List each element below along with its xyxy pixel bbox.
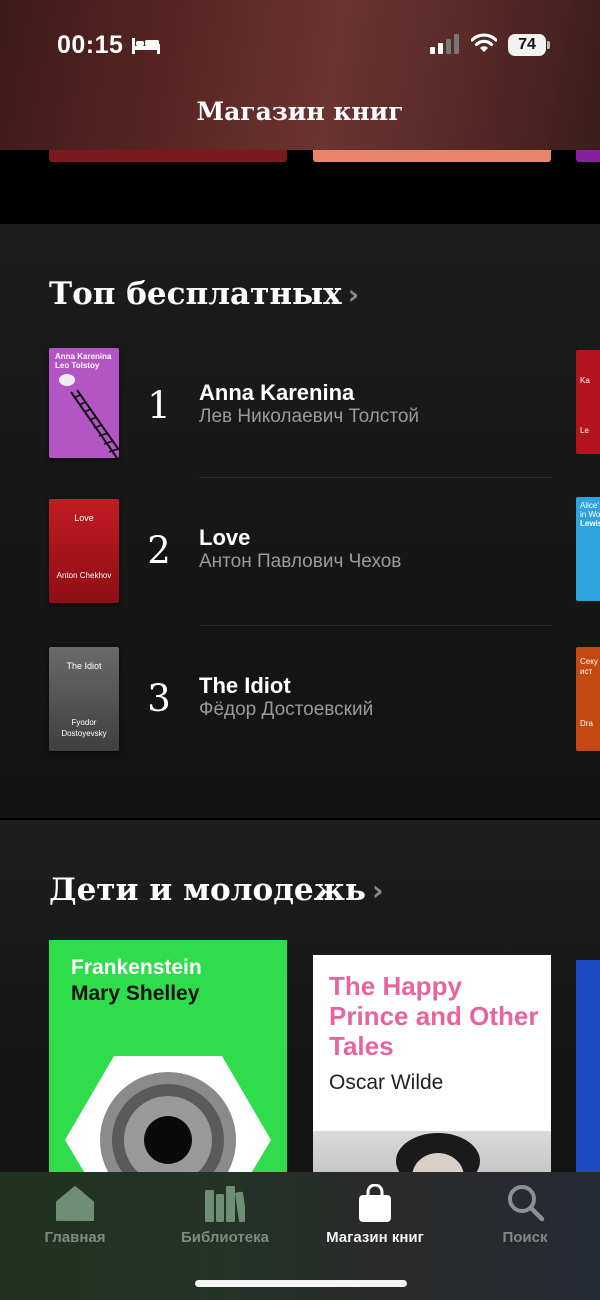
book-title: The Idiot [199,673,291,698]
book-cover-peek[interactable] [49,150,287,162]
rank-number: 2 [147,529,171,572]
cover-title: The Idiot [66,661,102,671]
search-icon [508,1185,545,1222]
tab-label: Библиотека [181,1229,269,1246]
book-author: Лев Николаевич Толстой [199,406,420,427]
chevron-right-icon: › [347,278,360,311]
eye-illustration [65,1056,271,1180]
page-title: Магазин книг [196,97,404,126]
top-free-header[interactable]: Топ бесплатных › [49,276,359,312]
cover-author: Mary Shelley [71,982,200,1005]
cover-text: Ka [580,376,590,385]
bag-icon [359,1184,391,1222]
cover-text: Lewis [580,519,600,528]
top-free-row-2[interactable]: Love Anton Chekhov 2 Love Антон Павлович… [0,499,600,619]
cover-title: The Happy Prince and Other Tales [329,971,539,1061]
book-cover-peek[interactable] [576,150,600,162]
status-bar: 00:15 74 [0,28,600,62]
cover-text: in Wo [580,510,600,519]
top-free-section: Топ бесплатных › Anna Karenina Leo Tolsto… [0,224,600,818]
tab-home[interactable]: Главная [0,1172,150,1252]
book-cover-happy-prince[interactable]: The Happy Prince and Other Tales Oscar W… [313,955,551,1195]
home-indicator[interactable] [195,1280,407,1287]
book-cover-frankenstein[interactable]: Frankenstein Mary Shelley [49,940,287,1180]
tab-search[interactable]: Поиск [450,1172,600,1252]
next-book-cover[interactable] [576,960,600,1190]
next-column-cover[interactable]: Alice' in Wo Lewis [576,497,600,601]
book-title: Anna Karenina [199,380,355,405]
cover-title: Anna Karenina [55,352,112,361]
book-title: Love [199,525,251,550]
wifi-icon [471,33,497,52]
railway-track-illustration [59,374,119,458]
tab-label: Поиск [502,1229,548,1246]
section-title: Дети и молодежь [49,872,366,908]
next-column-cover[interactable]: Секу ист Dra [576,647,600,751]
book-cover[interactable]: Love Anton Chekhov [49,499,119,603]
chevron-right-icon: › [371,874,384,907]
library-icon [205,1186,245,1222]
cover-author: Fyodor Dostoyevsky [61,718,107,738]
cover-text: ист [580,667,593,676]
cover-title: Love [74,513,94,523]
tab-label: Магазин книг [326,1229,424,1246]
tab-label: Главная [44,1229,106,1246]
status-time: 00:15 [57,31,124,59]
top-free-row-1[interactable]: Anna Karenina Leo Tolstoy 1 Anna Karenin… [0,348,600,468]
cover-author: Leo Tolstoy [55,361,100,370]
previous-section-peek [0,150,600,222]
kids-section: Дети и молодежь › Frankenstein Mary Shell… [0,820,600,1195]
book-author: Антон Павлович Чехов [199,551,402,572]
cover-text: Секу [580,657,598,666]
book-cover-peek[interactable] [313,150,551,162]
cover-text: Alice' [580,501,599,510]
book-cover[interactable]: Anna Karenina Leo Tolstoy [49,348,119,458]
section-title: Топ бесплатных [49,276,342,312]
divider [199,625,551,626]
tab-bar: Главная Библиотека Магазин книг Поиск [0,1172,600,1300]
rank-number: 3 [147,677,171,720]
cover-title: Frankenstein [71,956,202,979]
kids-header[interactable]: Дети и молодежь › [49,872,383,908]
sleep-focus-icon [132,38,160,54]
book-author: Фёдор Достоевский [199,699,374,720]
divider [199,477,551,478]
tab-book-store[interactable]: Магазин книг [300,1172,450,1252]
rank-number: 1 [147,384,171,427]
header: 00:15 74 Магазин книг [0,0,600,150]
cover-author: Anton Chekhov [56,571,112,580]
home-icon [56,1186,94,1221]
battery-icon: 74 [508,34,550,56]
cover-author: Oscar Wilde [329,1071,444,1094]
tab-library[interactable]: Библиотека [150,1172,300,1252]
cover-text: Le [580,426,589,435]
top-free-row-3[interactable]: The Idiot Fyodor Dostoyevsky 3 The Idiot… [0,647,600,767]
cellular-signal-icon [430,34,459,54]
cover-text: Dra [580,719,593,728]
next-column-cover[interactable]: Ka Le [576,350,600,454]
book-cover[interactable]: The Idiot Fyodor Dostoyevsky [49,647,119,751]
battery-level: 74 [508,34,546,56]
